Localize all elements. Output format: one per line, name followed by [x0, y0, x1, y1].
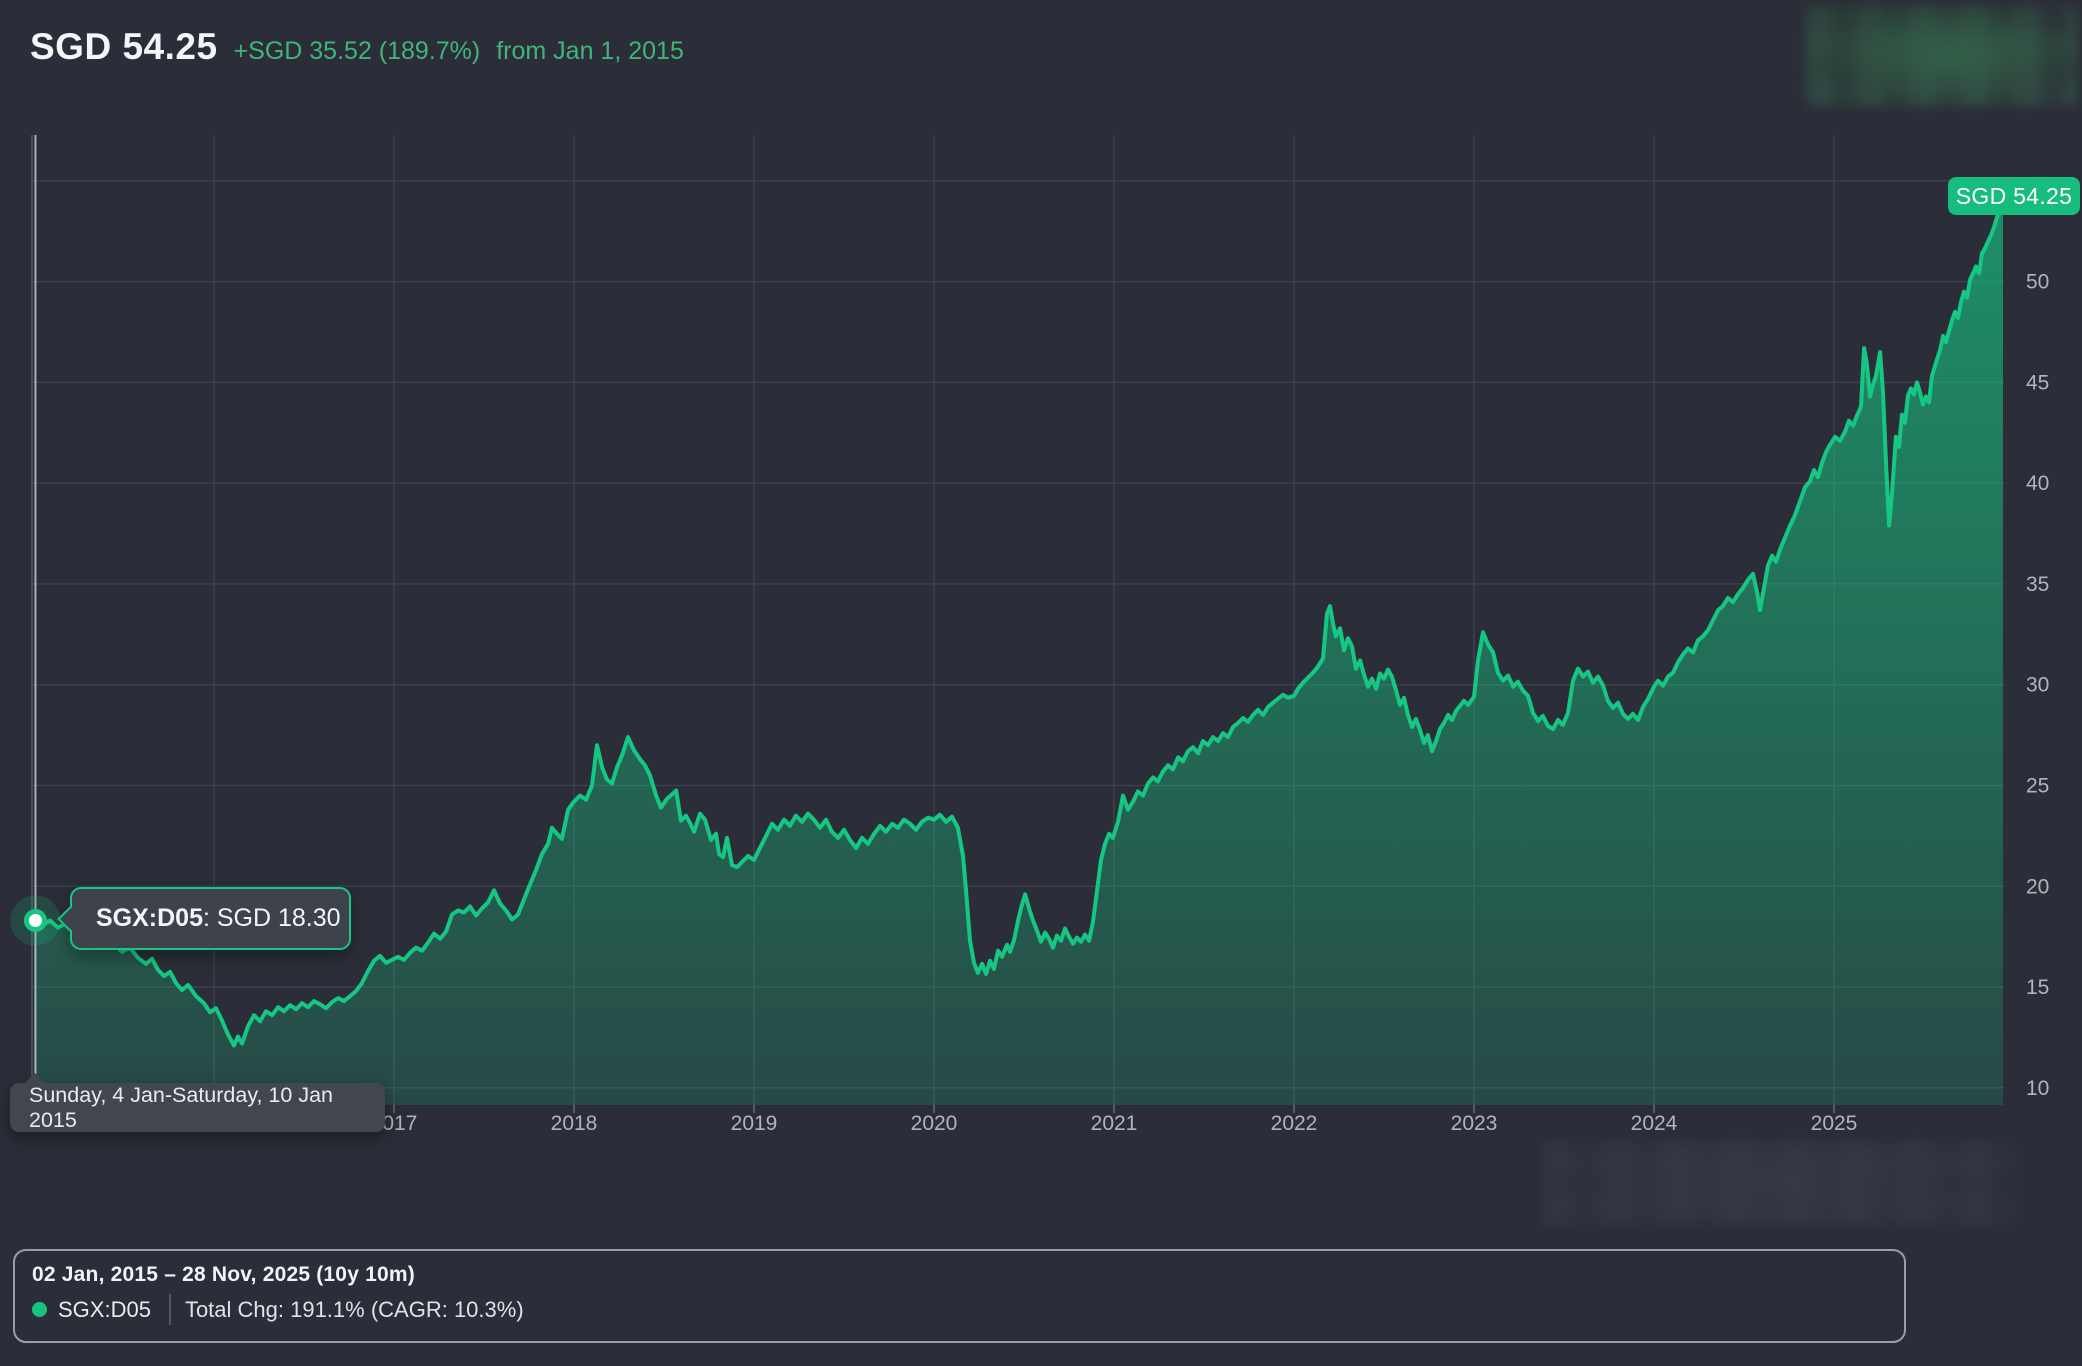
price-change: +SGD 35.52 (189.7%) [234, 37, 481, 66]
svg-text:45: 45 [2026, 371, 2049, 394]
svg-text:25: 25 [2026, 774, 2049, 797]
price-header: SGD 54.25 +SGD 35.52 (189.7%) from Jan 1… [30, 26, 684, 68]
x-axis-ticks [214, 1105, 1834, 1113]
svg-text:2019: 2019 [731, 1112, 778, 1135]
last-price-badge: SGD 54.25 [1948, 177, 2080, 215]
svg-text:10: 10 [2026, 1077, 2049, 1100]
svg-text:2023: 2023 [1451, 1112, 1498, 1135]
svg-text:15: 15 [2026, 976, 2049, 999]
svg-text:35: 35 [2026, 573, 2049, 596]
date-range-text: Sunday, 4 Jan-Saturday, 10 Jan 2015 [29, 1083, 385, 1133]
price-area-fill [34, 196, 2003, 1105]
svg-text:40: 40 [2026, 472, 2049, 495]
svg-text:2021: 2021 [1091, 1112, 1138, 1135]
svg-text:2024: 2024 [1631, 1112, 1678, 1135]
selected-point-marker [10, 896, 60, 946]
chart-page: SGD 54.25 +SGD 35.52 (189.7%) from Jan 1… [0, 0, 2082, 1366]
legend-stats: Total Chg: 191.1% (CAGR: 10.3%) [185, 1297, 524, 1323]
date-range: 02 Jan, 2015 – 28 Nov, 2025 (10y 10m) [32, 1263, 1904, 1287]
x-axis-labels: 201720182019202020212022202320242025 [371, 1112, 1858, 1135]
price-chart[interactable]: 201720182019202020212022202320242025 101… [0, 0, 2082, 1366]
tooltip-symbol: SGX:D05 [96, 904, 203, 933]
series-color-dot [32, 1302, 47, 1317]
tooltip-value: : SGD 18.30 [203, 904, 341, 933]
change-period: from Jan 1, 2015 [496, 37, 684, 66]
svg-text:50: 50 [2026, 271, 2049, 294]
current-price: SGD 54.25 [30, 26, 218, 68]
y-axis-labels: 10 15 20 25 30 35 40 45 50 [2026, 271, 2049, 1100]
legend-symbol: SGX:D05 [58, 1297, 151, 1323]
date-tooltip: Sunday, 4 Jan-Saturday, 10 Jan 2015 [10, 1083, 385, 1132]
svg-text:2025: 2025 [1811, 1112, 1858, 1135]
summary-legend-box: 02 Jan, 2015 – 28 Nov, 2025 (10y 10m) SG… [13, 1249, 1906, 1343]
legend-divider [169, 1294, 171, 1325]
svg-text:2018: 2018 [551, 1112, 598, 1135]
tooltip-up-arrow [24, 1073, 46, 1084]
point-tooltip: SGX:D05: SGD 18.30 [70, 887, 351, 950]
svg-text:20: 20 [2026, 875, 2049, 898]
svg-text:2020: 2020 [911, 1112, 958, 1135]
legend-row: SGX:D05 Total Chg: 191.1% (CAGR: 10.3%) [32, 1294, 1904, 1325]
svg-text:30: 30 [2026, 674, 2049, 697]
svg-text:2022: 2022 [1271, 1112, 1318, 1135]
